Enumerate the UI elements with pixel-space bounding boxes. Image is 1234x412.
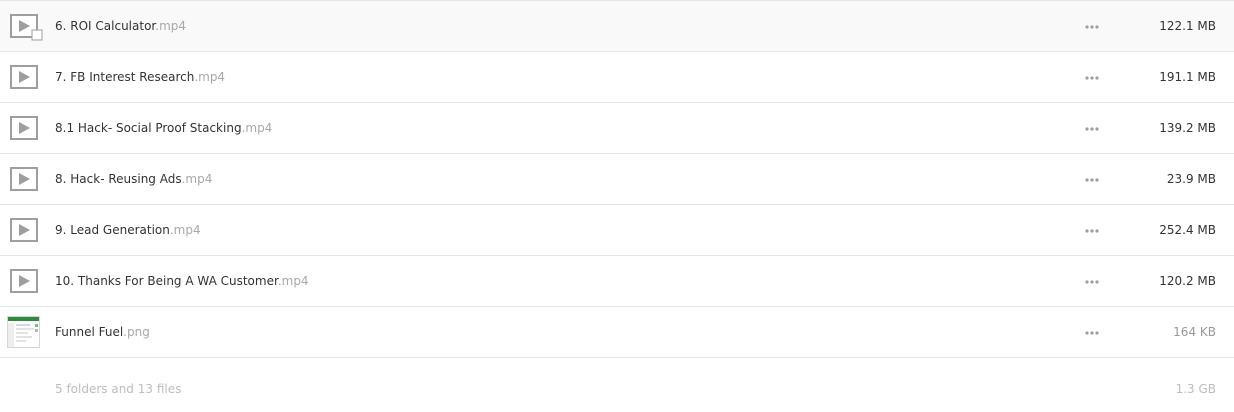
file-row[interactable]: 7. FB Interest Research.mp4 191.1 MB — [0, 52, 1234, 103]
file-row[interactable]: 8. Hack- Reusing Ads.mp4 23.9 MB — [0, 154, 1234, 205]
file-base-name[interactable]: 6. ROI Calculator — [55, 19, 155, 33]
file-extension: .png — [123, 325, 150, 339]
more-options-icon[interactable] — [1084, 325, 1100, 341]
file-base-name[interactable]: Funnel Fuel — [55, 325, 123, 339]
file-size: 139.2 MB — [1159, 121, 1216, 135]
more-options-icon[interactable] — [1084, 70, 1100, 86]
video-icon — [10, 14, 43, 41]
list-footer: 5 folders and 13 files 1.3 GB — [0, 379, 1234, 399]
file-name[interactable]: 8. Hack- Reusing Ads.mp4 — [55, 171, 212, 187]
file-name[interactable]: 8.1 Hack- Social Proof Stacking.mp4 — [55, 120, 272, 136]
file-size: 23.9 MB — [1166, 172, 1216, 186]
video-icon — [10, 167, 38, 191]
file-base-name[interactable]: 9. Lead Generation — [55, 223, 170, 237]
file-extension: .mp4 — [181, 172, 213, 186]
file-size: 252.4 MB — [1159, 223, 1216, 237]
image-thumbnail-icon — [7, 316, 40, 348]
file-extension: .mp4 — [241, 121, 273, 135]
file-size: 164 KB — [1173, 325, 1216, 339]
video-icon — [10, 269, 38, 293]
file-name[interactable]: 7. FB Interest Research.mp4 — [55, 69, 225, 85]
more-options-icon[interactable] — [1084, 274, 1100, 290]
file-base-name[interactable]: 8. Hack- Reusing Ads — [55, 172, 182, 186]
file-extension: .mp4 — [155, 19, 187, 33]
more-options-icon[interactable] — [1084, 172, 1100, 188]
file-row[interactable]: 8.1 Hack- Social Proof Stacking.mp4 139.… — [0, 103, 1234, 154]
file-name[interactable]: 10. Thanks For Being A WA Customer.mp4 — [55, 273, 309, 289]
file-name[interactable]: Funnel Fuel.png — [55, 324, 150, 340]
folder-file-count: 5 folders and 13 files — [55, 382, 182, 396]
file-row[interactable]: Funnel Fuel.png 164 KB — [0, 307, 1234, 358]
file-size: 191.1 MB — [1159, 70, 1216, 84]
file-size: 120.2 MB — [1159, 274, 1216, 288]
file-extension: .mp4 — [277, 274, 309, 288]
file-extension: .mp4 — [169, 223, 201, 237]
more-options-icon[interactable] — [1084, 19, 1100, 35]
file-size: 122.1 MB — [1159, 19, 1216, 33]
total-size: 1.3 GB — [1175, 382, 1216, 396]
file-row[interactable]: 9. Lead Generation.mp4 252.4 MB — [0, 205, 1234, 256]
file-row[interactable]: 10. Thanks For Being A WA Customer.mp4 1… — [0, 256, 1234, 307]
file-row[interactable]: 6. ROI Calculator.mp4 122.1 MB — [0, 1, 1234, 52]
more-options-icon[interactable] — [1084, 121, 1100, 137]
file-list: 6. ROI Calculator.mp4 122.1 MB 7. FB Int… — [0, 0, 1234, 412]
file-name[interactable]: 6. ROI Calculator.mp4 — [55, 18, 186, 34]
video-icon — [10, 218, 38, 242]
video-icon — [10, 65, 38, 89]
more-options-icon[interactable] — [1084, 223, 1100, 239]
file-base-name[interactable]: 7. FB Interest Research — [55, 70, 194, 84]
file-name[interactable]: 9. Lead Generation.mp4 — [55, 222, 201, 238]
file-base-name[interactable]: 10. Thanks For Being A WA Customer — [55, 274, 278, 288]
file-base-name[interactable]: 8.1 Hack- Social Proof Stacking — [55, 121, 242, 135]
file-extension: .mp4 — [194, 70, 226, 84]
video-icon — [10, 116, 38, 140]
